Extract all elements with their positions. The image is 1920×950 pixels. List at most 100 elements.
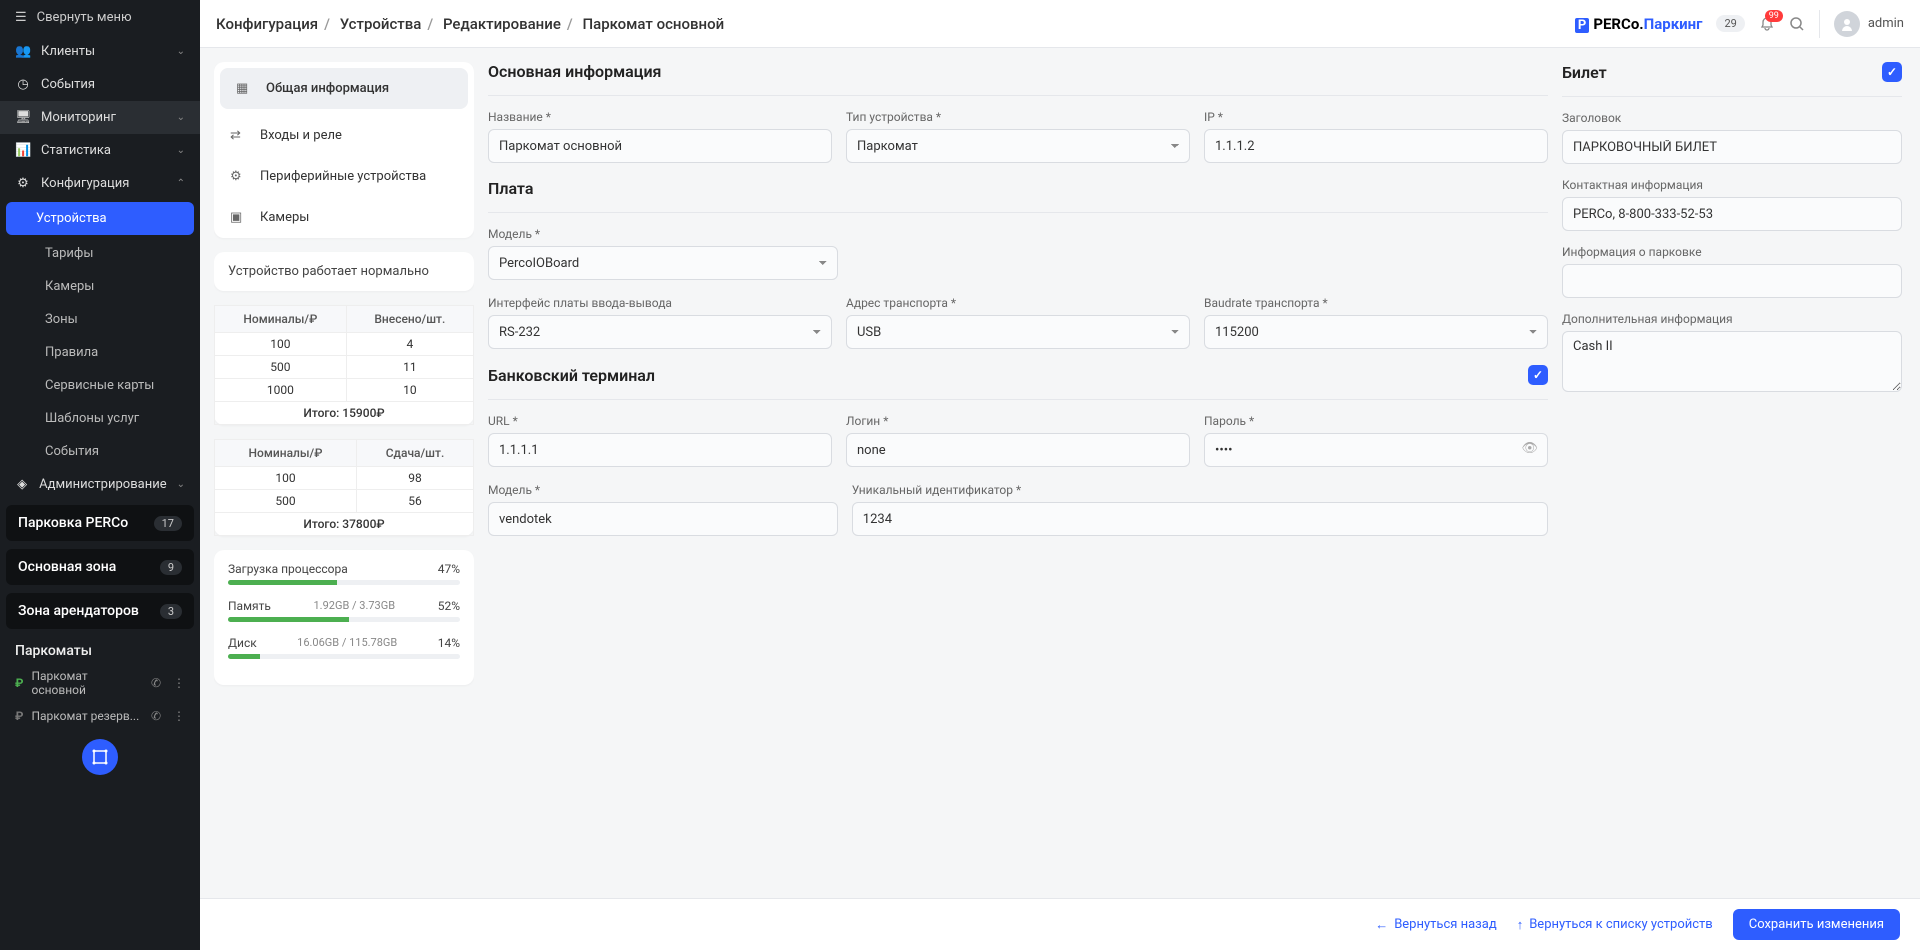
top-badge[interactable]: 29 — [1716, 15, 1744, 32]
th: Сдача/шт. — [357, 440, 474, 467]
password-input[interactable] — [1204, 433, 1548, 467]
section-label: Банковский терминал — [488, 366, 655, 385]
arrow-left-icon: ← — [1375, 917, 1388, 933]
collapse-menu[interactable]: ☰ Свернуть меню — [0, 0, 200, 35]
nav-clients[interactable]: 👥 Клиенты ⌄ — [0, 35, 200, 68]
device-reserve[interactable]: ₽ Паркомат резерв... ✆ ⋮ — [0, 703, 200, 729]
dots-icon[interactable]: ⋮ — [173, 709, 185, 723]
metric-value: 14% — [438, 636, 460, 650]
subnav-events[interactable]: События — [0, 435, 200, 468]
back-link[interactable]: ←Вернуться назад — [1375, 917, 1497, 933]
group-tenants-zone[interactable]: Зона арендаторов 3 — [6, 593, 194, 629]
ruble-icon: ₽ — [15, 709, 23, 723]
group-parking-perco[interactable]: Парковка PERCo 17 — [6, 505, 194, 541]
model-select[interactable]: PercoIOBoard — [488, 246, 838, 280]
subnav-zones[interactable]: Зоны — [0, 303, 200, 336]
iface-select[interactable]: RS-232 — [488, 315, 832, 349]
progress-fill — [228, 654, 260, 659]
users-icon: 👥 — [15, 44, 31, 59]
tab-general[interactable]: ▦ Общая информация — [220, 68, 468, 109]
metrics-card: Загрузка процессора47% Память1.92GB / 3.… — [214, 550, 474, 685]
table-in-card: Номиналы/₽Внесено/шт. 1004 50011 100010 … — [214, 305, 474, 425]
type-select[interactable]: Паркомат — [846, 129, 1190, 163]
eye-icon[interactable]: 👁 — [1521, 441, 1538, 456]
subnav-tariffs[interactable]: Тарифы — [0, 237, 200, 270]
group-label: Парковка PERCo — [18, 515, 128, 531]
group-main-zone[interactable]: Основная зона 9 — [6, 549, 194, 585]
subnav-service-cards[interactable]: Сервисные карты — [0, 369, 200, 402]
monitor-icon: 🖥 — [15, 110, 31, 125]
name-label: Название * — [488, 110, 832, 124]
addr-label: Адрес транспорта * — [846, 296, 1190, 310]
list-link[interactable]: ↑Вернуться к списку устройств — [1517, 917, 1713, 933]
parkomats-title: Паркоматы — [0, 633, 200, 663]
metric-mem: Память1.92GB / 3.73GB52% — [228, 599, 460, 622]
ticket-toggle[interactable]: ✓ — [1882, 62, 1902, 82]
name-input[interactable] — [488, 129, 832, 163]
bell-icon[interactable]: 99 — [1759, 16, 1775, 32]
nav-events[interactable]: ◷ События — [0, 68, 200, 101]
chevron-down-icon: ⌄ — [177, 112, 185, 123]
ticket-parking-input[interactable] — [1562, 264, 1902, 298]
document-icon: ▦ — [236, 81, 254, 96]
subnav-label: Устройства — [36, 211, 107, 226]
login-input[interactable] — [846, 433, 1190, 467]
breadcrumb-item[interactable]: Устройства — [340, 15, 422, 33]
breadcrumb-current: Паркомат основной — [582, 15, 724, 33]
device-main[interactable]: ₽ Паркомат основной ✆ ⋮ — [0, 663, 200, 703]
subnav-devices[interactable]: Устройства — [6, 202, 194, 235]
ticket-contact-label: Контактная информация — [1562, 178, 1902, 192]
tmodel-input[interactable] — [488, 502, 838, 536]
table-row: 10098 — [215, 467, 474, 490]
user-menu[interactable]: admin — [1834, 11, 1904, 37]
ticket-title-input[interactable] — [1562, 130, 1902, 164]
subnav-rules[interactable]: Правила — [0, 336, 200, 369]
breadcrumb-item[interactable]: Редактирование — [443, 15, 561, 33]
nav-stats[interactable]: 📊 Статистика ⌄ — [0, 134, 200, 167]
nav-config[interactable]: ⚙ Конфигурация ⌃ — [0, 167, 200, 200]
subnav-cameras[interactable]: Камеры — [0, 270, 200, 303]
th: Номиналы/₽ — [215, 306, 347, 333]
breadcrumb-item[interactable]: Конфигурация — [216, 15, 318, 33]
group-badge: 3 — [160, 604, 182, 619]
baud-label: Baudrate транспорта * — [1204, 296, 1548, 310]
tab-label: Общая информация — [266, 81, 389, 96]
type-label: Тип устройства * — [846, 110, 1190, 124]
url-input[interactable] — [488, 433, 832, 467]
nav-label: Администрирование — [39, 477, 166, 492]
phone-icon[interactable]: ✆ — [151, 676, 161, 690]
fab-button[interactable] — [82, 739, 118, 775]
th: Номиналы/₽ — [215, 440, 357, 467]
table-total: Итого: 37800₽ — [215, 513, 474, 536]
save-button[interactable]: Сохранить изменения — [1733, 909, 1900, 940]
phone-icon[interactable]: ✆ — [151, 709, 161, 723]
ip-label: IP * — [1204, 110, 1548, 124]
terminal-toggle[interactable]: ✓ — [1528, 365, 1548, 385]
table-in: Номиналы/₽Внесено/шт. 1004 50011 100010 … — [214, 305, 474, 425]
metric-sub: 16.06GB / 115.78GB — [297, 636, 397, 650]
group-label: Основная зона — [18, 559, 116, 575]
nav-monitoring[interactable]: 🖥 Мониторинг ⌄ — [0, 101, 200, 134]
admin-icon: ◈ — [15, 477, 29, 492]
tab-cameras[interactable]: ▣ Камеры — [214, 197, 474, 238]
logo-brand: PERCo. — [1593, 15, 1643, 33]
subnav-service-templates[interactable]: Шаблоны услуг — [0, 402, 200, 435]
ticket-parking-label: Информация о парковке — [1562, 245, 1902, 259]
ip-input[interactable] — [1204, 129, 1548, 163]
ticket-contact-input[interactable] — [1562, 197, 1902, 231]
group-label: Зона арендаторов — [18, 603, 139, 619]
sidebar: ☰ Свернуть меню 👥 Клиенты ⌄ ◷ События 🖥 … — [0, 0, 200, 950]
nav-admin[interactable]: ◈ Администрирование ⌄ — [0, 468, 200, 501]
uid-input[interactable] — [852, 502, 1548, 536]
tab-label: Периферийные устройства — [260, 169, 426, 184]
search-icon[interactable] — [1789, 16, 1805, 32]
chevron-down-icon: ⌄ — [177, 479, 185, 490]
login-label: Логин * — [846, 414, 1190, 428]
tab-list: ▦ Общая информация ⇄ Входы и реле ⚙ Пери… — [214, 62, 474, 238]
dots-icon[interactable]: ⋮ — [173, 676, 185, 690]
addr-select[interactable]: USB — [846, 315, 1190, 349]
baud-select[interactable]: 115200 — [1204, 315, 1548, 349]
ticket-extra-input[interactable]: Cash II — [1562, 331, 1902, 392]
tab-peripherals[interactable]: ⚙ Периферийные устройства — [214, 156, 474, 197]
tab-io[interactable]: ⇄ Входы и реле — [214, 115, 474, 156]
